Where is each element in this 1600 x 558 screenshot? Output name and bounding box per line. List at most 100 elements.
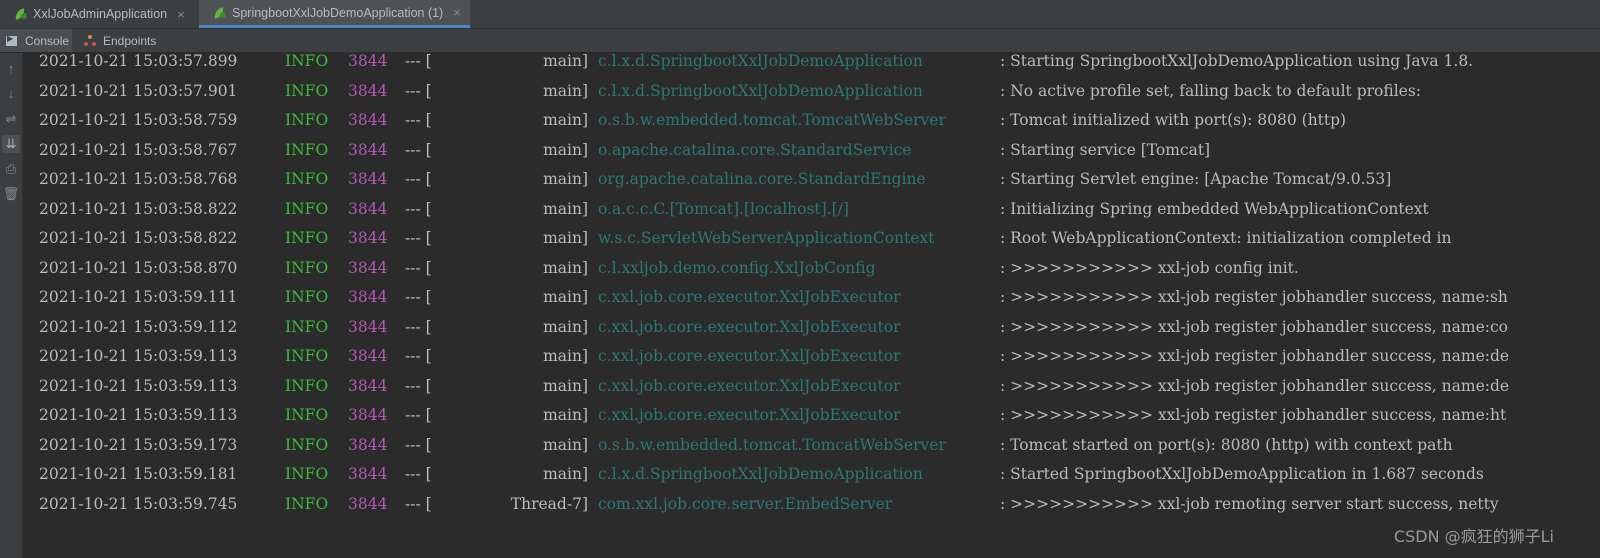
run-tab-bar: XxlJobAdminApplication × SpringbootXxlJo… [0,0,1600,29]
log-timestamp: 2021-10-21 15:03:59.111 [39,288,238,306]
log-message: : Starting SpringbootXxlJobDemoApplicati… [1000,53,1474,70]
log-thread: main] [543,317,588,336]
log-level: INFO [285,317,329,336]
arrow-up-icon[interactable]: ↑ [2,60,20,78]
log-thread: main] [543,111,588,129]
endpoints-icon [84,34,96,47]
log-pid: 3844 [348,288,388,306]
log-pid: 3844 [348,53,388,70]
log-pid: 3844 [348,494,388,513]
log-thread: main] [543,288,588,306]
console-toolbar: ↑ ↓ ⇌ ⇊ ⎙ 🗑 [0,53,23,558]
log-timestamp: 2021-10-21 15:03:57.901 [39,81,238,100]
run-tab-label: XxlJobAdminApplication [33,7,168,21]
log-pid: 3844 [348,170,388,188]
log-message: : Starting Servlet engine: [Apache Tomca… [1000,170,1392,188]
soft-wrap-icon[interactable]: ⇌ [2,110,20,128]
log-timestamp: 2021-10-21 15:03:59.173 [39,435,238,454]
log-thread: main] [543,229,588,247]
log-logger-name: com.xxl.job.core.server.EmbedServer [598,494,893,513]
log-thread: main] [543,435,588,454]
log-thread: main] [543,406,588,424]
trash-icon[interactable]: 🗑 [2,185,20,203]
log-separator: --- [ [405,81,432,100]
log-line: 2021-10-21 15:03:58.822 INFO 3844 --- [main… [22,224,1600,253]
scroll-to-end-icon[interactable]: ⇊ [2,135,20,153]
log-level: INFO [285,288,329,306]
log-message: : Starting service [Tomcat] [1000,140,1211,159]
log-level: INFO [285,199,329,218]
log-logger-name: o.s.b.w.embedded.tomcat.TomcatWebServer [598,111,946,129]
log-logger-name: c.xxl.job.core.executor.XxlJobExecutor [598,406,901,424]
log-timestamp: 2021-10-21 15:03:58.822 [39,199,238,218]
log-message: : Initializing Spring embedded WebApplic… [1000,199,1429,218]
log-logger-name: c.l.x.d.SpringbootXxlJobDemoApplication [598,81,923,100]
tab-console[interactable]: Console [0,29,72,52]
log-line: 2021-10-21 15:03:57.899 INFO 3844 --- [main… [22,53,1600,76]
log-timestamp: 2021-10-21 15:03:59.181 [39,465,238,483]
log-thread: main] [543,347,588,365]
log-level: INFO [285,111,329,129]
log-logger-name: c.l.x.d.SpringbootXxlJobDemoApplication [598,465,923,483]
log-message: : Started SpringbootXxlJobDemoApplicatio… [1000,465,1484,483]
log-separator: --- [ [405,406,432,424]
log-pid: 3844 [348,347,388,365]
log-logger-name: c.xxl.job.core.executor.XxlJobExecutor [598,317,901,336]
log-thread: main] [543,81,588,100]
log-separator: --- [ [405,140,432,159]
print-icon[interactable]: ⎙ [2,160,20,178]
log-line: 2021-10-21 15:03:59.173 INFO 3844 --- [ main… [22,431,1600,460]
tab-endpoints-label: Endpoints [103,33,157,48]
log-message: : Tomcat initialized with port(s): 8080 … [1000,111,1347,129]
log-timestamp: 2021-10-21 15:03:57.899 [39,53,238,70]
log-pid: 3844 [348,140,388,159]
log-message: : >>>>>>>>>>> xxl-job config init. [1000,258,1299,277]
log-pid: 3844 [348,435,388,454]
log-message: : >>>>>>>>>>> xxl-job register jobhandle… [1000,406,1507,424]
console-icon [6,34,17,46]
log-line: 2021-10-21 15:03:58.759 INFO 3844 --- [main… [22,106,1600,135]
log-message: : Root WebApplicationContext: initializa… [1000,229,1452,247]
log-pid: 3844 [348,111,388,129]
log-logger-name: w.s.c.ServletWebServerApplicationContext [598,229,935,247]
run-tab-xxljob-admin[interactable]: XxlJobAdminApplication × [0,0,196,28]
log-line: 2021-10-21 15:03:58.870 INFO 3844 --- [main… [22,254,1600,283]
log-level: INFO [285,140,329,159]
log-pid: 3844 [348,317,388,336]
log-line: 2021-10-21 15:03:58.768 INFO 3844 --- [main… [22,165,1600,194]
close-icon[interactable]: × [177,7,185,22]
log-thread: main] [543,170,588,188]
log-level: INFO [285,435,329,454]
log-logger-name: o.a.c.c.C.[Tomcat].[localhost].[/] [598,199,849,218]
spring-boot-icon [14,8,28,20]
log-separator: --- [ [405,465,432,483]
log-logger-name: c.xxl.job.core.executor.XxlJobExecutor [598,347,901,365]
log-logger-name: c.l.x.d.SpringbootXxlJobDemoApplication [598,53,923,70]
log-level: INFO [285,494,329,513]
log-logger-name: org.apache.catalina.core.StandardEngine [598,170,926,188]
log-pid: 3844 [348,258,388,277]
run-tab-springboot-demo[interactable]: SpringbootXxlJobDemoApplication (1) × [199,0,470,28]
log-pid: 3844 [348,376,388,395]
log-pid: 3844 [348,465,388,483]
log-thread: main] [543,140,588,159]
log-pid: 3844 [348,229,388,247]
log-pid: 3844 [348,199,388,218]
log-level: INFO [285,406,329,424]
arrow-down-icon[interactable]: ↓ [2,85,20,103]
log-logger-name: c.xxl.job.core.executor.XxlJobExecutor [598,376,901,395]
log-timestamp: 2021-10-21 15:03:58.759 [39,111,238,129]
log-level: INFO [285,258,329,277]
console-output[interactable]: 2021-10-21 15:03:57.899 INFO 3844 --- [ main… [22,53,1600,558]
log-timestamp: 2021-10-21 15:03:58.822 [39,229,238,247]
close-icon[interactable]: × [453,5,461,20]
log-separator: --- [ [405,435,432,454]
log-separator: --- [ [405,229,432,247]
tab-endpoints[interactable]: Endpoints [84,29,174,52]
log-line: 2021-10-21 15:03:59.111 INFO 3844 --- [main… [22,283,1600,312]
log-thread: main] [543,199,588,218]
log-line: 2021-10-21 15:03:59.112 INFO 3844 --- [main… [22,313,1600,342]
log-pid: 3844 [348,406,388,424]
log-separator: --- [ [405,53,432,70]
log-separator: --- [ [405,494,432,513]
